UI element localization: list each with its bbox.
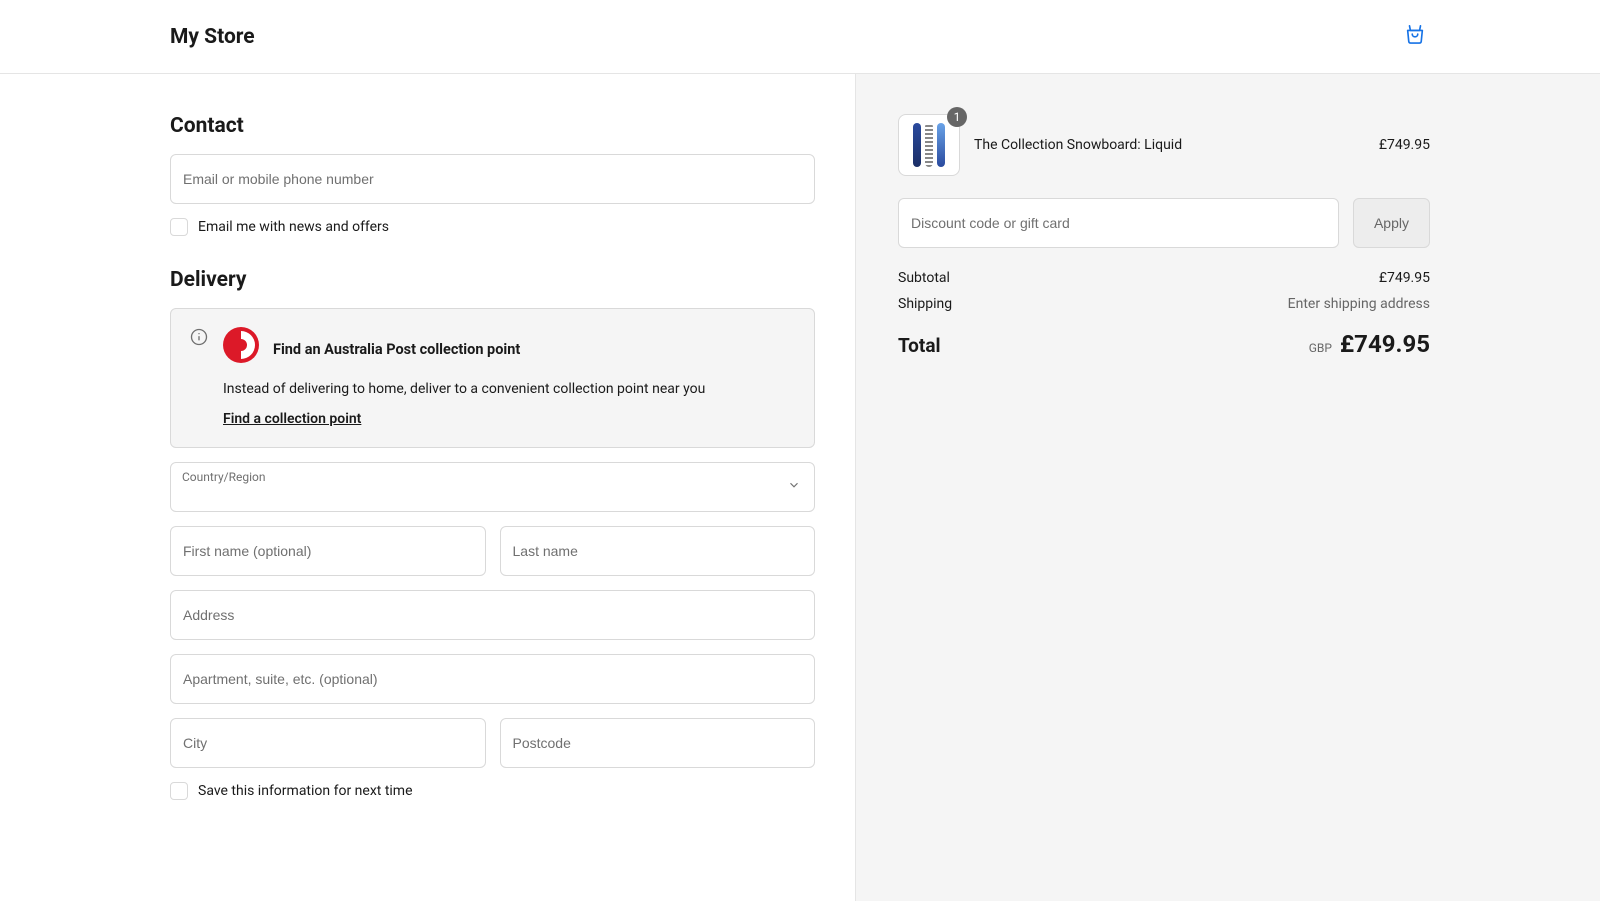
subtotal-label: Subtotal bbox=[898, 270, 950, 286]
shipping-label: Shipping bbox=[898, 296, 952, 312]
delivery-title: Delivery bbox=[170, 268, 815, 292]
news-offers-checkbox[interactable] bbox=[170, 218, 188, 236]
country-select-wrap: Country/Region bbox=[170, 462, 815, 512]
discount-code-input[interactable] bbox=[898, 198, 1339, 248]
apply-discount-button[interactable]: Apply bbox=[1353, 198, 1430, 248]
contact-email-input[interactable] bbox=[170, 154, 815, 204]
country-select[interactable] bbox=[170, 462, 815, 512]
collection-point-desc: Instead of delivering to home, deliver t… bbox=[223, 381, 796, 397]
product-title: The Collection Snowboard: Liquid bbox=[974, 137, 1365, 153]
contact-title: Contact bbox=[170, 114, 815, 138]
currency-code: GBP bbox=[1309, 341, 1332, 355]
quantity-badge: 1 bbox=[947, 107, 967, 127]
line-item-price: £749.95 bbox=[1379, 137, 1430, 153]
australia-post-logo-icon bbox=[223, 327, 259, 363]
news-offers-label: Email me with news and offers bbox=[198, 219, 389, 235]
order-summary: 1 The Collection Snowboard: Liquid £749.… bbox=[856, 74, 1600, 901]
contact-section: Contact Email me with news and offers bbox=[170, 114, 815, 236]
save-info-checkbox[interactable] bbox=[170, 782, 188, 800]
save-info-row[interactable]: Save this information for next time bbox=[170, 782, 815, 800]
news-offers-row[interactable]: Email me with news and offers bbox=[170, 218, 815, 236]
subtotal-value: £749.95 bbox=[1379, 270, 1430, 286]
apartment-input[interactable] bbox=[170, 654, 815, 704]
postcode-input[interactable] bbox=[500, 718, 816, 768]
first-name-input[interactable] bbox=[170, 526, 486, 576]
city-input[interactable] bbox=[170, 718, 486, 768]
collection-point-title: Find an Australia Post collection point bbox=[273, 333, 520, 358]
save-info-label: Save this information for next time bbox=[198, 783, 413, 799]
total-amount: £749.95 bbox=[1340, 330, 1430, 358]
cart-button[interactable] bbox=[1400, 20, 1430, 53]
collection-point-notice: Find an Australia Post collection point … bbox=[170, 308, 815, 448]
page-header: My Store bbox=[0, 0, 1600, 74]
total-label: Total bbox=[898, 334, 941, 357]
snowboard-icon bbox=[913, 123, 945, 167]
product-thumbnail: 1 bbox=[898, 114, 960, 176]
store-brand: My Store bbox=[170, 25, 255, 49]
shopping-bag-icon bbox=[1404, 34, 1426, 49]
find-collection-point-link[interactable]: Find a collection point bbox=[223, 411, 361, 427]
cart-line-item: 1 The Collection Snowboard: Liquid £749.… bbox=[898, 114, 1430, 176]
address-input[interactable] bbox=[170, 590, 815, 640]
last-name-input[interactable] bbox=[500, 526, 816, 576]
shipping-value: Enter shipping address bbox=[1288, 296, 1430, 312]
info-icon bbox=[189, 327, 209, 427]
delivery-section: Delivery bbox=[170, 268, 815, 800]
